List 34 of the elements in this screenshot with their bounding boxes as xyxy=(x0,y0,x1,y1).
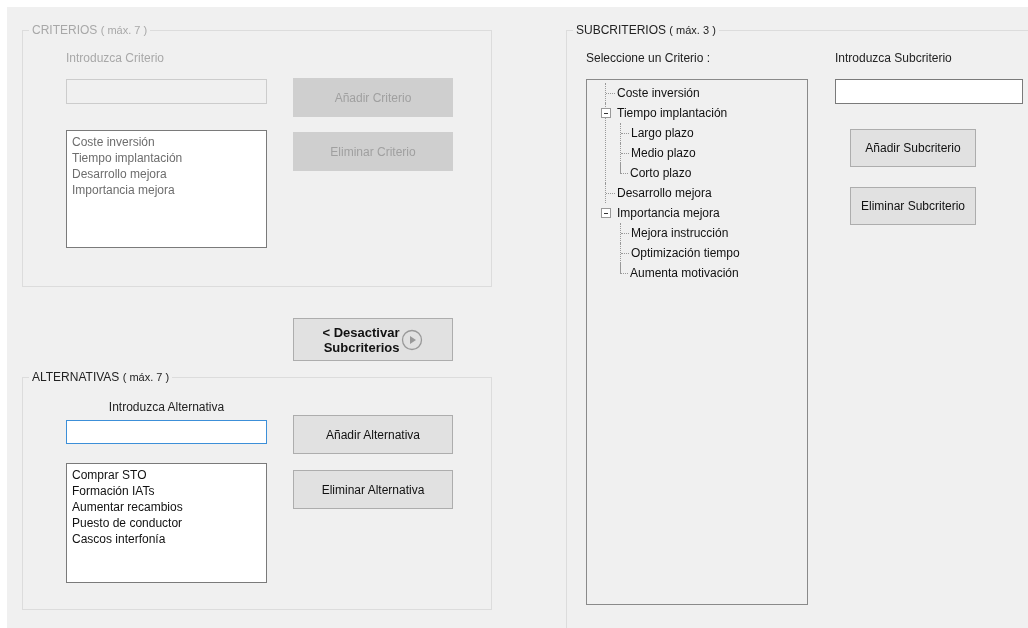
alternative-button[interactable]: Eliminar Alternativa xyxy=(293,470,453,509)
play-icon xyxy=(401,328,424,351)
subcriterion-input-field[interactable] xyxy=(835,79,1023,104)
tree-item[interactable]: Importancia mejora xyxy=(615,203,720,223)
input-label: Introduzca Criterio xyxy=(66,51,166,65)
group-title: CRITERIOS ( máx. 7 ) xyxy=(31,23,149,37)
tree-item[interactable]: Coste inversión xyxy=(615,83,700,103)
tree-item[interactable]: Corto plazo xyxy=(628,163,692,183)
tree-item[interactable]: Tiempo implantación xyxy=(615,103,728,123)
tree-item[interactable]: Optimización tiempo xyxy=(629,243,740,263)
group-title: SUBCRITERIOS ( máx. 3 ) xyxy=(575,23,717,37)
list-item[interactable]: Cascos interfonía xyxy=(72,531,261,547)
group-title: ALTERNATIVAS ( máx. 7 ) xyxy=(31,370,171,384)
tree-item[interactable]: Largo plazo xyxy=(629,123,694,143)
alternatives-list[interactable]: Comprar STO Formación IATs Aumentar recambios Puesto de conductor Cascos interfonía xyxy=(66,463,267,583)
list-item[interactable]: Aumentar recambios xyxy=(72,499,261,515)
tree-label: Seleccione un Criterio : xyxy=(586,51,712,65)
subcriterion-button[interactable]: Añadir Subcriterio xyxy=(850,129,976,167)
collapse-icon[interactable] xyxy=(601,208,611,218)
tree-item[interactable]: Desarrollo mejora xyxy=(615,183,712,203)
subcriterion-button[interactable]: Eliminar Subcriterio xyxy=(850,187,976,225)
tree-item[interactable]: Medio plazo xyxy=(629,143,696,163)
collapse-icon[interactable] xyxy=(601,108,611,118)
alternative-input-field[interactable] xyxy=(66,420,267,444)
list-item[interactable]: Comprar STO xyxy=(72,467,261,483)
input-label: Introduzca Subcriterio xyxy=(835,51,953,65)
list-item[interactable]: Puesto de conductor xyxy=(72,515,261,531)
toggle-subcriteria-button[interactable]: < Desactivar Subcriterios xyxy=(293,318,453,361)
list-item[interactable]: Formación IATs xyxy=(72,483,261,499)
alternative-button[interactable]: Añadir Alternativa xyxy=(293,415,453,454)
criteria-tree[interactable]: Coste inversión Tiempo implantación Largo plazo Medio plazo Corto plazo Desarrollo mejora Importancia mejora Mejora instrucción Optimización tiempo Aumenta motivación xyxy=(586,79,808,605)
tree-item[interactable]: Aumenta motivación xyxy=(628,263,739,283)
tree-item[interactable]: Mejora instrucción xyxy=(629,223,729,243)
input-label: Introduzca Alternativa xyxy=(107,400,226,414)
